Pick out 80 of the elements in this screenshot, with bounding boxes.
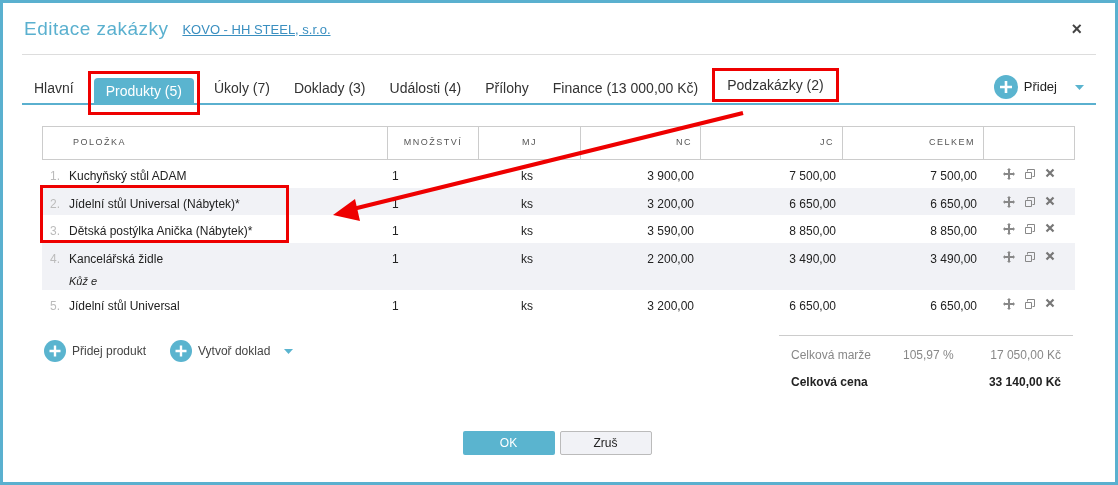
row-number: 5. (50, 297, 61, 315)
quantity-cell-text: 1 (391, 168, 400, 185)
tab[interactable]: Doklady (3) (281, 75, 378, 102)
tab[interactable]: Hlavní (22, 75, 86, 102)
tab[interactable]: Podzakázky (2) (715, 72, 836, 99)
product-name: Jídelní stůl Universal (Nábytek)* (69, 195, 240, 213)
copy-icon[interactable] (1024, 250, 1036, 263)
move-icon[interactable] (1003, 195, 1015, 208)
total-cell-text: 7 500,00 (929, 168, 978, 185)
product-name: Kancelářská židle (69, 250, 164, 268)
tab[interactable]: Přílohy (473, 75, 541, 102)
move-icon[interactable] (1003, 223, 1015, 235)
delete-icon[interactable] (1045, 195, 1055, 206)
row-number: 1. (50, 168, 61, 185)
margin-percent: 105,97 % (903, 347, 954, 364)
copy-icon[interactable] (1024, 195, 1036, 208)
add-menu-button[interactable]: Přidej (993, 75, 1084, 99)
caret-icon (1075, 84, 1084, 90)
unit-cell-text: ks (520, 195, 534, 213)
row-number: 4. (50, 250, 61, 268)
quantity-cell-text: 1 (391, 223, 400, 240)
purchase-price-cell-text: 3 590,00 (646, 223, 695, 240)
cancel-button[interactable]: Zruš (559, 431, 652, 455)
plus-icon (44, 340, 66, 362)
product-name: Dětská postýlka Anička (Nábytek)* (69, 223, 253, 240)
column-header: MJ (479, 127, 581, 159)
total-cell-text: 8 850,00 (929, 223, 978, 240)
column-header: NC (581, 127, 701, 159)
column-header: CELKEM (843, 127, 984, 159)
close-button[interactable]: × (1071, 16, 1082, 43)
delete-icon[interactable] (1045, 250, 1055, 261)
unit-price-cell-text: 3 490,00 (788, 250, 837, 268)
unit-cell-text: ks (520, 297, 534, 315)
tab[interactable]: Události (4) (377, 75, 474, 102)
row-number: 2. (50, 195, 61, 213)
action-button[interactable]: Přidej produkt (44, 340, 147, 362)
copy-icon[interactable] (1024, 168, 1036, 180)
caret-icon (284, 348, 294, 354)
plus-icon (993, 75, 1018, 99)
unit-cell-text: ks (520, 250, 534, 268)
product-note: Kůž e (69, 273, 99, 289)
row-number: 3. (50, 223, 61, 240)
quantity-cell-text: 1 (391, 250, 400, 268)
purchase-price-cell-text: 3 200,00 (646, 297, 695, 315)
unit-price-cell-text: 6 650,00 (788, 195, 837, 213)
copy-icon[interactable] (1024, 297, 1036, 310)
unit-price-cell-text: 7 500,00 (788, 168, 837, 185)
total-value: 33 140,00 Kč (988, 374, 1061, 391)
tab[interactable]: Finance (13 000,00 Kč) (540, 75, 711, 102)
purchase-price-cell-text: 3 200,00 (646, 195, 695, 213)
total-cell-text: 6 650,00 (929, 297, 978, 315)
delete-icon[interactable] (1045, 297, 1055, 308)
total-label: Celková cena (791, 374, 868, 391)
product-name: Kuchyňský stůl ADAM (69, 168, 187, 185)
purchase-price-cell-text: 2 200,00 (646, 250, 695, 268)
action-button[interactable]: Vytvoř doklad (170, 340, 294, 362)
unit-price-cell-text: 6 650,00 (788, 297, 837, 315)
delete-icon[interactable] (1045, 168, 1055, 178)
unit-cell-text: ks (520, 168, 534, 185)
move-icon[interactable] (1003, 250, 1015, 263)
move-icon[interactable] (1003, 168, 1015, 180)
unit-cell-text: ks (520, 223, 534, 240)
column-header: POLOŽKA (43, 127, 388, 159)
total-cell-text: 6 650,00 (929, 195, 978, 213)
quantity-cell-text: 1 (391, 297, 400, 315)
column-header: JC (701, 127, 843, 159)
unit-price-cell-text: 8 850,00 (788, 223, 837, 240)
total-cell-text: 3 490,00 (929, 250, 978, 268)
tab[interactable]: Úkoly (7) (201, 75, 282, 102)
delete-icon[interactable] (1045, 223, 1055, 233)
copy-icon[interactable] (1024, 223, 1036, 235)
dialog-title: Editace zakázky (24, 17, 169, 42)
column-header: MNOŽSTVÍ (388, 127, 479, 159)
move-icon[interactable] (1003, 297, 1015, 310)
purchase-price-cell-text: 3 900,00 (646, 168, 695, 185)
margin-label: Celková marže (791, 347, 873, 364)
product-name: Jídelní stůl Universal (69, 297, 180, 315)
plus-icon (170, 340, 193, 362)
margin-value: 17 050,00 Kč (990, 347, 1061, 364)
customer-link[interactable]: KOVO - HH STEEL, s.r.o. (182, 19, 331, 40)
